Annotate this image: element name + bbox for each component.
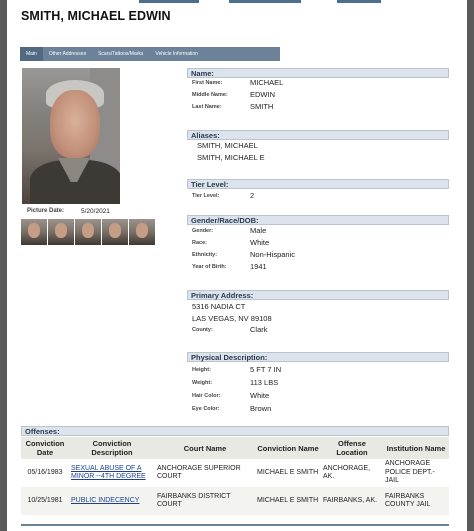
field-label: First Name: — [192, 80, 223, 86]
field-label: Last Name: — [192, 104, 222, 110]
field-label: Middle Name: — [192, 92, 228, 98]
conviction-description-link[interactable]: SEXUAL ABUSE OF A MINOR --4TH DEGREE — [71, 465, 146, 481]
field-label: Hair Color: — [192, 393, 221, 399]
institution-name: ANCHORAGE POLICE DEPT.-JAIL — [385, 460, 435, 485]
panel-title: Gender/Race/DOB: — [187, 215, 449, 225]
tab-other-addresses[interactable]: Other Addresses — [43, 47, 92, 61]
offender-photo — [22, 68, 120, 204]
tab-main[interactable]: Main — [20, 47, 43, 61]
photo-thumbnail[interactable] — [129, 219, 155, 245]
table-row: 05/16/1983 SEXUAL ABUSE OF A MINOR --4TH… — [21, 459, 449, 487]
address-line2: LAS VEGAS, NV 89108 — [192, 314, 272, 323]
panel-title: Primary Address: — [187, 290, 449, 300]
field-label: Year of Birth: — [192, 264, 227, 270]
field-label: Weight: — [192, 380, 213, 386]
field-label: County: — [192, 327, 213, 333]
address-line1: 5316 NADIA CT — [192, 302, 246, 311]
conviction-description-cell: SEXUAL ABUSE OF A MINOR --4TH DEGREE — [69, 459, 155, 487]
photo-thumbnails — [21, 219, 155, 245]
picture-date: 5/20/2021 — [81, 208, 110, 215]
nav-tabs: Main Other Addresses Scars/Tattoos/Marks… — [20, 47, 280, 61]
court-name: FAIRBANKS DISTRICT COURT — [155, 487, 255, 515]
offense-location: ANCHORAGE, AK. — [323, 464, 371, 481]
column-header: Conviction Description — [69, 437, 155, 459]
conviction-description-link[interactable]: PUBLIC INDECENCY — [71, 497, 139, 504]
column-header: Offense Location — [321, 437, 383, 459]
hair-color-value: White — [250, 391, 270, 400]
photo-thumbnail[interactable] — [21, 219, 47, 245]
picture-date-label: Picture Date: — [27, 208, 65, 214]
panel-title: Physical Description: — [187, 352, 449, 362]
conviction-description-cell: PUBLIC INDECENCY — [69, 487, 155, 515]
first-name-value: MICHAEL — [250, 78, 284, 87]
panel-title: Name: — [187, 68, 449, 78]
tier-panel: Tier Level: Tier Level: 2 — [187, 179, 449, 203]
height-value: 5 FT 7 IN — [250, 365, 282, 374]
top-tab-strip — [7, 0, 467, 4]
field-label: Race: — [192, 240, 207, 246]
field-label: Eye Color: — [192, 406, 220, 412]
offenses-table: Conviction Date Conviction Description C… — [21, 437, 449, 515]
address-panel: Primary Address: 5316 NADIA CT LAS VEGAS… — [187, 290, 449, 337]
physical-panel: Physical Description: Height: 5 FT 7 IN W… — [187, 352, 449, 416]
tier-value: 2 — [250, 191, 255, 200]
photo-thumbnail[interactable] — [75, 219, 101, 245]
eye-color-value: Brown — [250, 404, 272, 413]
conviction-date: 05/16/1983 — [27, 468, 63, 476]
field-label: Ethnicity: — [192, 252, 218, 258]
year-of-birth-value: 1941 — [250, 262, 267, 271]
gender-value: Male — [250, 226, 267, 235]
panel-title: Aliases: — [187, 130, 449, 140]
demographics-panel: Gender/Race/DOB: Gender: Male Race: White … — [187, 215, 449, 274]
aliases-panel: Aliases: SMITH, MICHAEL SMITH, MICHAEL E — [187, 130, 449, 164]
bottom-divider — [21, 524, 449, 526]
column-header: Conviction Date — [21, 437, 69, 459]
offenses-title: Offenses: — [21, 426, 449, 436]
last-name-value: SMITH — [250, 102, 274, 111]
column-header: Institution Name — [383, 437, 449, 459]
panel-title: Tier Level: — [187, 179, 449, 189]
offender-page: SMITH, MICHAEL EDWIN Main Other Addresse… — [7, 0, 467, 531]
field-label: Tier Level: — [192, 193, 220, 199]
table-row: 10/25/1981 PUBLIC INDECENCY FAIRBANKS DI… — [21, 487, 449, 515]
page-title: SMITH, MICHAEL EDWIN — [21, 9, 171, 23]
name-panel: Name: First Name: MICHAEL Middle Name: EDW… — [187, 68, 449, 114]
court-name: ANCHORAGE SUPERIOR COURT — [157, 464, 241, 481]
conviction-name: MICHAEL E SMITH — [255, 487, 321, 515]
tab-scars-tattoos-marks[interactable]: Scars/Tattoos/Marks — [92, 47, 149, 61]
race-value: White — [250, 238, 270, 247]
table-header-row: Conviction Date Conviction Description C… — [21, 437, 449, 459]
field-label: Gender: — [192, 228, 214, 234]
field-label: Height: — [192, 367, 211, 373]
weight-value: 113 LBS — [250, 378, 279, 387]
photo-thumbnail[interactable] — [102, 219, 128, 245]
middle-name-value: EDWIN — [250, 90, 275, 99]
column-header: Conviction Name — [255, 437, 321, 459]
conviction-name: MICHAEL E SMITH — [257, 468, 319, 476]
tab-vehicle-information[interactable]: Vehicle Information — [149, 47, 204, 61]
photo-thumbnail[interactable] — [48, 219, 74, 245]
county-value: Clark — [250, 325, 268, 334]
conviction-date: 10/25/1981 — [21, 487, 69, 515]
ethnicity-value: Non-Hispanic — [250, 250, 296, 259]
institution-name: FAIRBANKS COUNTY JAIL — [383, 487, 449, 515]
alias-item: SMITH, MICHAEL — [197, 141, 258, 150]
offense-location: FAIRBANKS, AK. — [321, 487, 383, 515]
alias-item: SMITH, MICHAEL E — [197, 153, 265, 162]
column-header: Court Name — [155, 437, 255, 459]
